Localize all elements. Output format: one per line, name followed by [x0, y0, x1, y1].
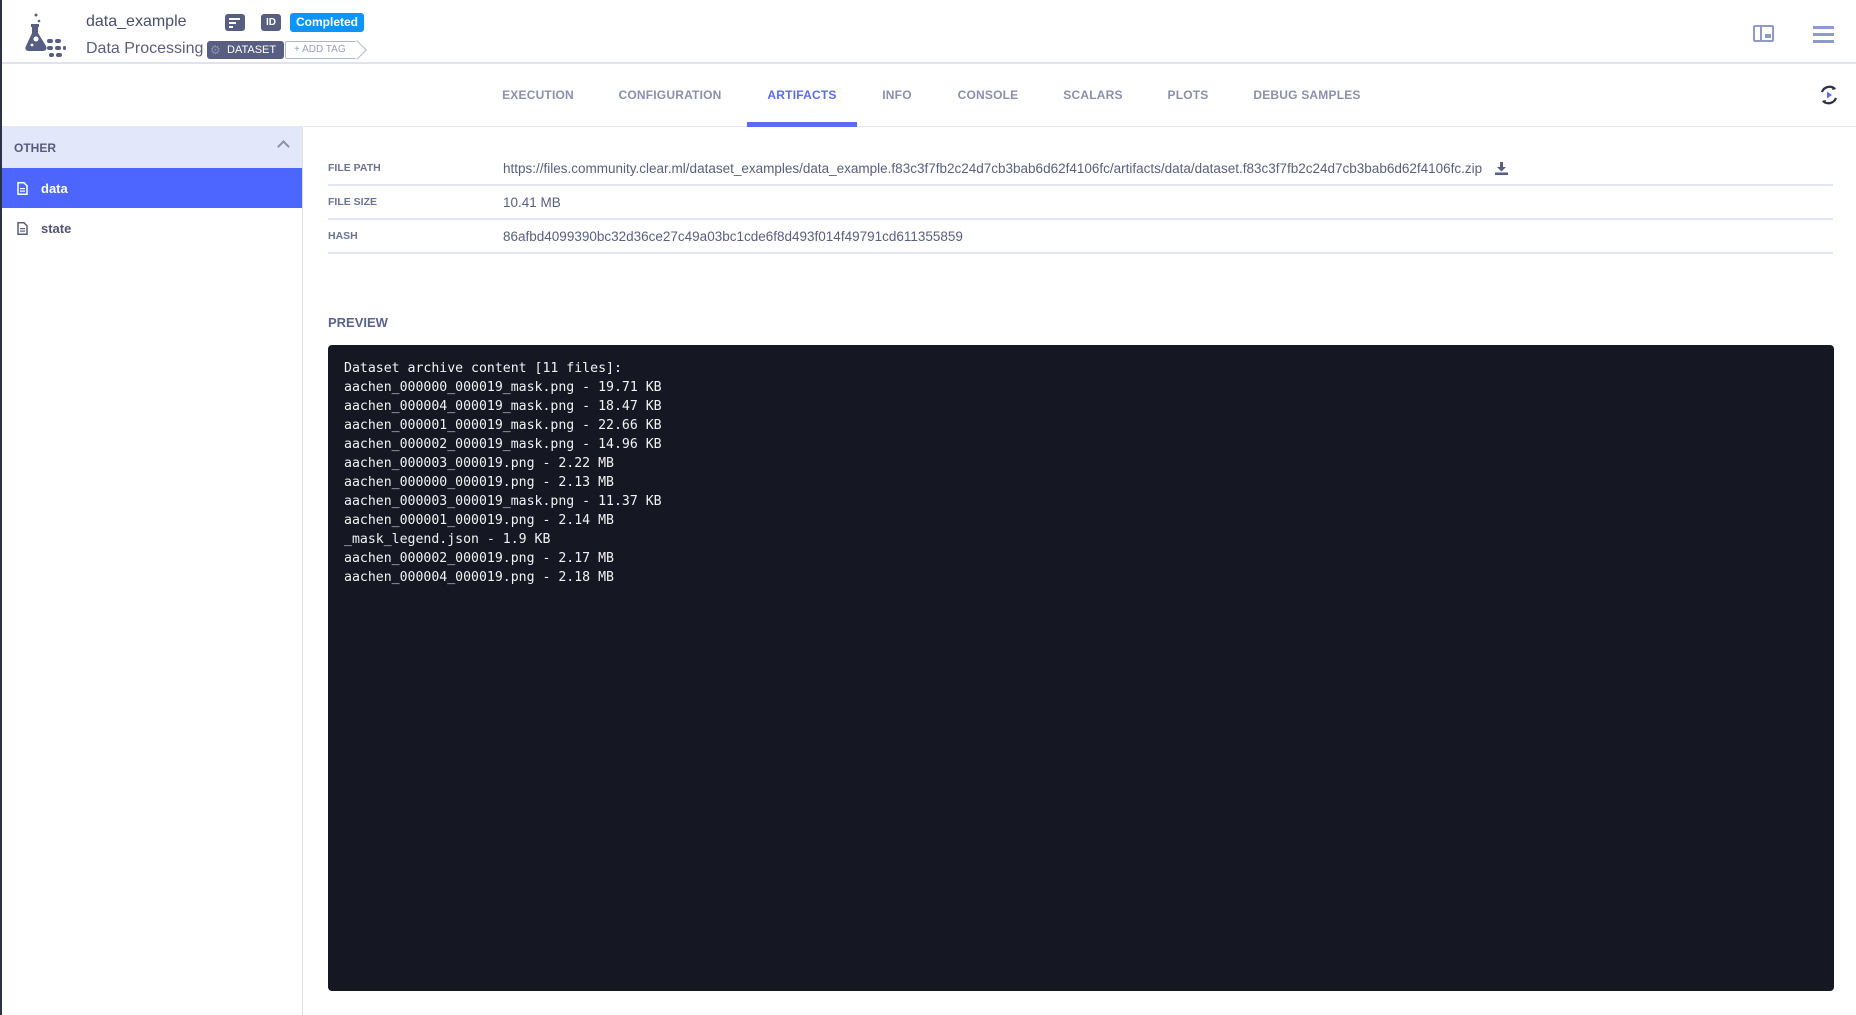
info-panel-icon[interactable]: [1753, 25, 1774, 42]
tab-info[interactable]: INFO: [882, 64, 911, 127]
tag-dataset[interactable]: ⚙ DATASET: [207, 41, 285, 59]
preview-line: aachen_000001_000019_mask.png - 22.66 KB: [344, 418, 662, 433]
preview-line: aachen_000003_000019_mask.png - 11.37 KB: [344, 494, 662, 509]
preview-line: aachen_000000_000019_mask.png - 19.71 KB: [344, 380, 662, 395]
experiment-type: Data Processing: [86, 40, 204, 57]
preview-line: aachen_000002_000019.png - 2.17 MB: [344, 551, 614, 566]
file-path-link[interactable]: https://files.community.clear.ml/dataset…: [503, 161, 1482, 176]
preview-panel: Dataset archive content [11 files]: aach…: [328, 345, 1834, 991]
preview-line: aachen_000000_000019.png - 2.13 MB: [344, 475, 614, 490]
add-tag-button[interactable]: + ADD TAG: [285, 41, 356, 59]
group-header-other[interactable]: OTHER: [2, 127, 302, 168]
experiment-logo-icon: [25, 13, 66, 57]
sidebar-item-label: data: [41, 180, 68, 196]
status-badge: Completed: [290, 13, 365, 32]
preview-line: Dataset archive content [11 files]:: [344, 361, 622, 376]
file-path-row: FILE PATH https://files.community.clear.…: [328, 152, 1833, 186]
experiment-title[interactable]: data_example: [86, 13, 187, 31]
preview-line: _mask_legend.json - 1.9 KB: [344, 532, 551, 547]
tab-execution[interactable]: EXECUTION: [502, 64, 574, 127]
file-path-value: https://files.community.clear.ml/dataset…: [503, 161, 1509, 176]
file-size-label: FILE SIZE: [328, 196, 378, 208]
details-icon[interactable]: [225, 14, 245, 31]
tab-artifacts[interactable]: ARTIFACTS: [767, 64, 836, 127]
add-tag-label: + ADD TAG: [294, 44, 346, 55]
file-path-label: FILE PATH: [328, 162, 381, 174]
download-icon[interactable]: [1494, 161, 1509, 176]
tab-bar: EXECUTION CONFIGURATION ARTIFACTS INFO C…: [2, 64, 1856, 127]
tab-debug-samples[interactable]: DEBUG SAMPLES: [1253, 64, 1360, 127]
sidebar-item-label: state: [41, 220, 72, 236]
tag-label: DATASET: [227, 44, 277, 56]
file-size-value: 10.41 MB: [503, 194, 561, 210]
preview-line: aachen_000001_000019.png - 2.14 MB: [344, 513, 614, 528]
id-button[interactable]: ID: [261, 14, 281, 31]
file-size-row: FILE SIZE 10.41 MB: [328, 186, 1833, 220]
sidebar-item-state[interactable]: state: [2, 208, 302, 248]
hash-value: 86afbd4099390bc32d36ce27c49a03bc1cde6f8d…: [503, 228, 963, 244]
preview-line: aachen_000004_000019.png - 2.18 MB: [344, 570, 614, 585]
preview-line: aachen_000002_000019_mask.png - 14.96 KB: [344, 437, 662, 452]
tab-console[interactable]: CONSOLE: [958, 64, 1019, 127]
hash-row: HASH 86afbd4099390bc32d36ce27c49a03bc1cd…: [328, 220, 1833, 254]
artifacts-sidebar: OTHER data state: [2, 127, 303, 1015]
header: data_example Data Processing ID Complete…: [2, 0, 1856, 64]
active-tab-indicator: [747, 122, 857, 127]
preview-line: aachen_000003_000019.png - 2.22 MB: [344, 456, 614, 471]
tab-scalars[interactable]: SCALARS: [1063, 64, 1122, 127]
menu-icon[interactable]: [1813, 26, 1834, 43]
hash-label: HASH: [328, 230, 358, 242]
file-icon: [17, 221, 28, 235]
auto-refresh-icon[interactable]: [1818, 84, 1840, 106]
chevron-up-icon[interactable]: [277, 140, 290, 153]
tab-configuration[interactable]: CONFIGURATION: [618, 64, 721, 127]
gear-icon: ⚙: [210, 43, 221, 57]
preview-heading: PREVIEW: [328, 315, 388, 330]
preview-line: aachen_000004_000019_mask.png - 18.47 KB: [344, 399, 662, 414]
file-icon: [17, 181, 28, 195]
sidebar-item-data[interactable]: data: [2, 168, 302, 208]
tab-plots[interactable]: PLOTS: [1167, 64, 1208, 127]
group-label: OTHER: [14, 140, 56, 155]
